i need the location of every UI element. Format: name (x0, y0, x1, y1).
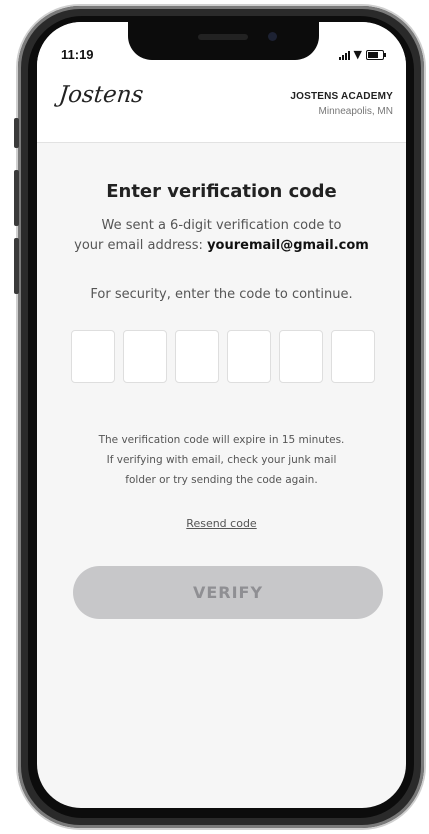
code-digit-6[interactable] (331, 330, 375, 383)
expiry-note: The verification code will expire in 15 … (37, 430, 406, 490)
signal-icon (338, 51, 350, 60)
school-name: JOSTENS ACADEMY (290, 91, 393, 102)
sent-text-line1: We sent a 6-digit verification code to (101, 218, 342, 233)
school-info: JOSTENS ACADEMY Minneapolis, MN (290, 91, 393, 117)
code-digit-4[interactable] (227, 330, 271, 383)
status-time: 11:19 (61, 47, 94, 62)
expiry-note-line2: If verifying with email, check your junk… (106, 454, 337, 466)
resend-code-link[interactable]: Resend code (37, 517, 406, 530)
app-header: Jostens JOSTENS ACADEMY Minneapolis, MN (37, 68, 406, 143)
verify-button[interactable]: VERIFY (73, 566, 383, 619)
code-digit-3[interactable] (175, 330, 219, 383)
jostens-logo: Jostens (57, 82, 145, 108)
expiry-note-line3: folder or try sending the code again. (125, 474, 318, 486)
school-location: Minneapolis, MN (318, 106, 393, 117)
battery-icon (366, 50, 386, 60)
page-title: Enter verification code (106, 181, 337, 202)
security-instruction: For security, enter the code to continue… (90, 287, 353, 302)
email-address: youremail@gmail.com (207, 238, 369, 253)
sent-text-line2: your email address: youremail@gmail.com (37, 238, 406, 253)
status-icons: ▼ (338, 48, 386, 61)
expiry-note-line1: The verification code will expire in 15 … (98, 434, 345, 446)
front-camera (268, 32, 277, 41)
volume-up-button (14, 170, 19, 226)
code-digit-2[interactable] (123, 330, 167, 383)
code-digit-5[interactable] (279, 330, 323, 383)
code-digit-1[interactable] (71, 330, 115, 383)
mute-switch (14, 118, 19, 148)
code-input-group (71, 330, 375, 383)
sent-text-prefix: your email address: (74, 238, 203, 253)
speaker-grille (198, 34, 248, 40)
volume-down-button (14, 238, 19, 294)
phone-screen: 11:19 ▼ Jostens JOSTENS ACADEMY Minneapo… (37, 22, 406, 808)
wifi-icon: ▼ (353, 48, 362, 61)
phone-notch (128, 22, 319, 60)
